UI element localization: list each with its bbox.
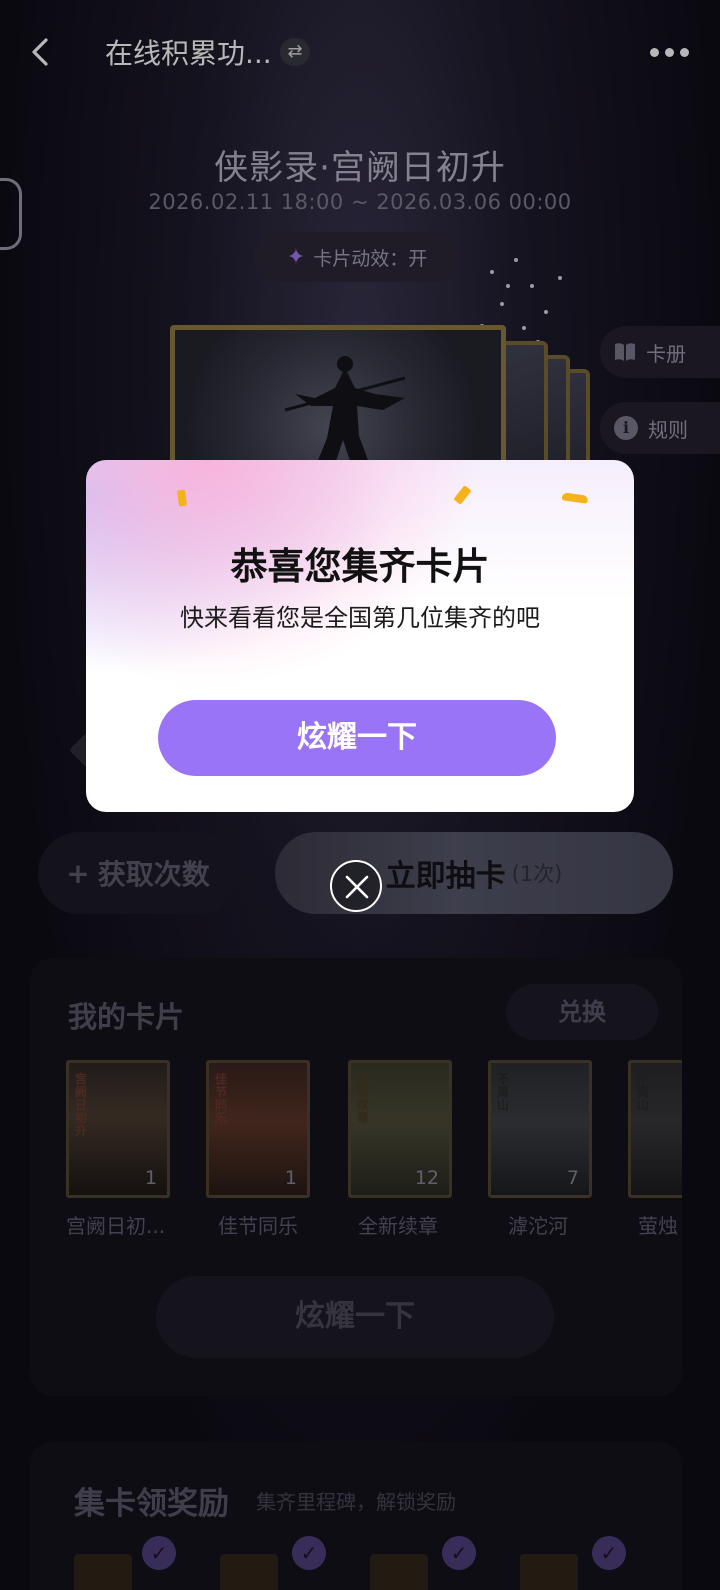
dialog-show-off-button[interactable]: 炫耀一下 — [158, 700, 556, 776]
close-dialog-button[interactable] — [330, 860, 382, 912]
confetti-decoration — [453, 485, 472, 505]
dialog-title: 恭喜您集齐卡片 — [230, 545, 490, 588]
close-icon — [345, 875, 369, 899]
confetti-decoration — [176, 489, 188, 507]
collect-complete-dialog: 恭喜您集齐卡片 快来看看您是全国第几位集齐的吧 炫耀一下 — [86, 460, 634, 812]
dialog-subtitle: 快来看看您是全国第几位集齐的吧 — [180, 604, 540, 632]
confetti-decoration — [561, 492, 589, 504]
